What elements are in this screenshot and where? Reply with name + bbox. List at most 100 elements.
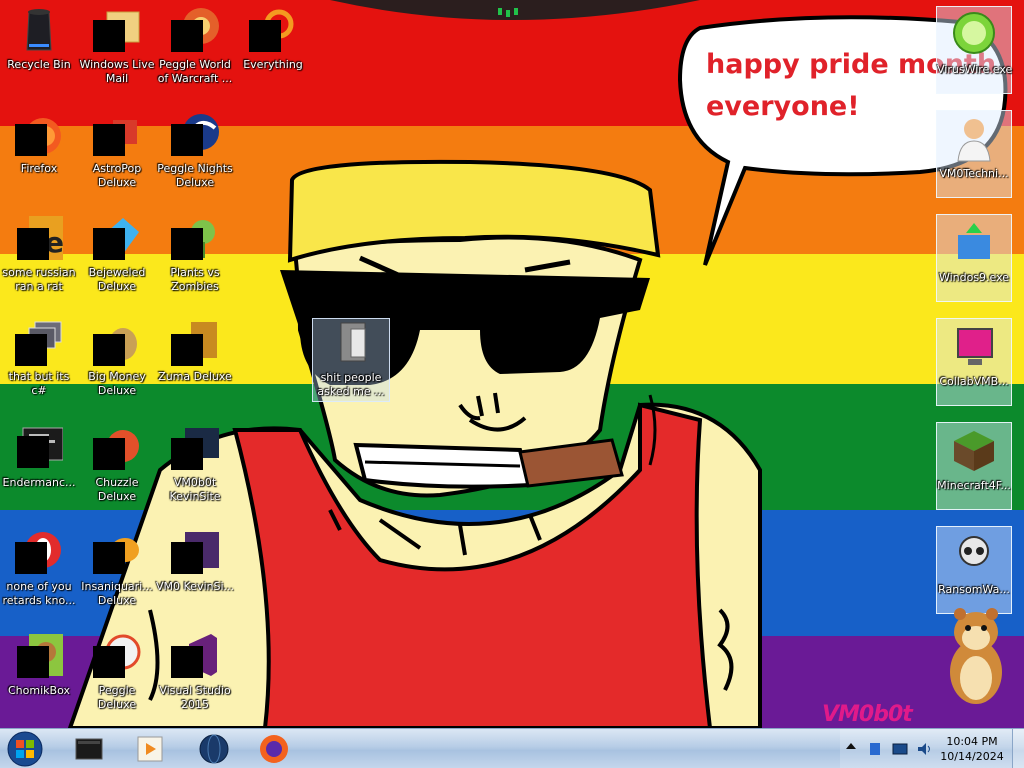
desktop-icon-center-file[interactable]: shit people asked me ... <box>312 318 390 402</box>
windows-logo-icon <box>7 731 43 767</box>
censor-box <box>171 20 203 52</box>
taskbar-pinned-media-player[interactable] <box>122 731 178 767</box>
clock-date: 10/14/2024 <box>940 750 1004 763</box>
firefox-label: Firefox <box>20 162 58 175</box>
desktop-icon-vm0techni[interactable]: VM0Techni... <box>936 110 1012 198</box>
desktop-icon-pvz[interactable]: Plants vs Zombies <box>156 214 234 294</box>
wallpaper-watermark: VM0b0t <box>822 702 913 727</box>
censor-box <box>15 124 47 156</box>
desktop-icon-enderman[interactable]: Endermanc... <box>0 424 78 490</box>
firefox-icon <box>260 735 288 763</box>
desktop-icon-windows-live-mail[interactable]: Windows Live Mail <box>78 6 156 86</box>
flag-icon[interactable] <box>868 741 884 757</box>
peggle-deluxe-label: Peggle Deluxe <box>97 684 137 711</box>
censor-box <box>171 124 203 156</box>
desktop-icon-russian[interactable]: e some russian ran a rat <box>0 214 78 294</box>
desktop-icon-windos9[interactable]: Windos9.exe <box>936 214 1012 302</box>
vm0-kevin2-label: VM0 KevinSi... <box>156 580 235 593</box>
desktop-icon-chuzzle[interactable]: Chuzzle Deluxe <box>78 424 156 504</box>
desktop-icon-everything[interactable]: Everything <box>234 6 312 72</box>
file-icon <box>327 319 375 367</box>
desktop-icon-astropop[interactable]: AstroPop Deluxe <box>78 110 156 190</box>
firefox-icon <box>15 110 63 158</box>
desktop-icon-recycle-bin[interactable]: Recycle Bin <box>0 6 78 72</box>
russian-label: some russian ran a rat <box>2 266 76 293</box>
start-button[interactable] <box>5 730 45 768</box>
desktop-icon-insaniquarium[interactable]: Insaniquari... Deluxe <box>78 528 156 608</box>
desktop-icon-big-money[interactable]: Big Money Deluxe <box>78 318 156 398</box>
desktop-icon-that-but[interactable]: that but its c# <box>0 318 78 398</box>
desktop-icon-minecraft[interactable]: Minecraft4F... <box>936 422 1012 510</box>
vm0techni-label: VM0Techni... <box>939 167 1009 180</box>
recycle-bin-icon <box>15 6 63 54</box>
mail-icon <box>93 6 141 54</box>
none-of-you-label: none of you retards kno... <box>2 580 76 607</box>
desktop[interactable]: happy pride month everyone! VM0b0t Recyc… <box>0 0 1024 728</box>
everything-label: Everything <box>243 58 303 71</box>
that-but-label: that but its c# <box>8 370 70 397</box>
insaniquarium-label: Insaniquari... Deluxe <box>81 580 153 607</box>
clock-time: 10:04 PM <box>946 735 998 748</box>
desktop-icon-peggle-wow[interactable]: Peggle World of Warcraft ... <box>156 6 234 86</box>
taskbar-clock[interactable]: 10:04 PM 10/14/2024 <box>934 734 1010 764</box>
lime-icon <box>950 11 998 59</box>
zuma-label: Zuma Deluxe <box>158 370 232 383</box>
zuma-icon <box>171 318 219 366</box>
desktop-icon-bejeweled[interactable]: Bejeweled Deluxe <box>78 214 156 294</box>
volume-icon[interactable] <box>916 741 932 757</box>
tray-overflow-icon[interactable] <box>846 743 856 749</box>
censor-box <box>93 20 125 52</box>
astropop-label: AstroPop Deluxe <box>92 162 142 189</box>
pvz-label: Plants vs Zombies <box>170 266 220 293</box>
taskbar-pinned-cmd[interactable] <box>62 731 118 767</box>
show-desktop-button[interactable] <box>1012 729 1024 768</box>
censor-box <box>171 228 203 260</box>
desktop-icon-peggle-nights[interactable]: Peggle Nights Deluxe <box>156 110 234 190</box>
censor-box <box>249 20 281 52</box>
peggle-icon <box>93 632 141 680</box>
ransomware-label: RansomWa... <box>938 583 1010 596</box>
network-icon[interactable] <box>892 741 908 757</box>
windos9-label: Windos9.exe <box>938 271 1010 284</box>
chomikbox-label: ChomikBox <box>8 684 70 697</box>
desktop-icon-zuma[interactable]: Zuma Deluxe <box>156 318 234 384</box>
desktop-pet-hamster[interactable] <box>940 600 1010 710</box>
taskbar-pinned-firefox[interactable] <box>246 731 302 767</box>
desktop-icon-viruswire[interactable]: VirusWire.exe <box>936 6 1012 94</box>
speech-line-1: happy pride month <box>706 49 997 80</box>
hamster-icon <box>950 608 1002 704</box>
desktop-icon-peggle-deluxe[interactable]: Peggle Deluxe <box>78 632 156 712</box>
wl-mail-label: Windows Live Mail <box>79 58 155 85</box>
desktop-icon-vm0-site[interactable]: VM0b0t KevinSite <box>156 424 234 504</box>
taskbar-pinned-network[interactable] <box>186 731 242 767</box>
desktop-icon-vm0-kevin2[interactable]: VM0 KevinSi... <box>156 528 234 594</box>
search-magnifier-icon <box>249 6 297 54</box>
chuzzle-icon <box>93 424 141 472</box>
enderman-label: Endermanc... <box>2 476 76 489</box>
desktop-icon-none-of-you[interactable]: none of you retards kno... <box>0 528 78 608</box>
vm0-kevin-icon <box>171 528 219 576</box>
desktop-icon-visual-studio[interactable]: Visual Studio 2015 <box>156 632 234 712</box>
terminal-icon <box>75 738 103 760</box>
bejeweled-label: Bejeweled Deluxe <box>88 266 146 293</box>
peggle-wow-label: Peggle World of Warcraft ... <box>157 58 233 85</box>
astropop-icon <box>93 110 141 158</box>
vs2015-label: Visual Studio 2015 <box>159 684 231 711</box>
windows-stack-icon <box>15 318 63 366</box>
vm0-site-icon <box>171 424 219 472</box>
desktop-icon-chomikbox[interactable]: ChomikBox <box>0 632 78 698</box>
skull-icon <box>950 531 998 579</box>
desktop-icon-firefox[interactable]: Firefox <box>0 110 78 176</box>
desktop-icon-collabvm[interactable]: CollabVMB... <box>936 318 1012 406</box>
grass-block-icon <box>950 427 998 475</box>
globe-icon <box>199 734 229 764</box>
document-icon: e <box>15 214 64 262</box>
hamster-box-icon <box>15 632 63 680</box>
speech-line-2: everyone! <box>706 91 860 122</box>
gem-icon <box>93 214 141 262</box>
technician-icon <box>950 115 998 163</box>
center-file-label: shit people asked me ... <box>317 371 385 398</box>
taskbar: 10:04 PM 10/14/2024 <box>0 728 1024 768</box>
censor-box <box>171 646 203 678</box>
money-bag-icon <box>93 318 141 366</box>
